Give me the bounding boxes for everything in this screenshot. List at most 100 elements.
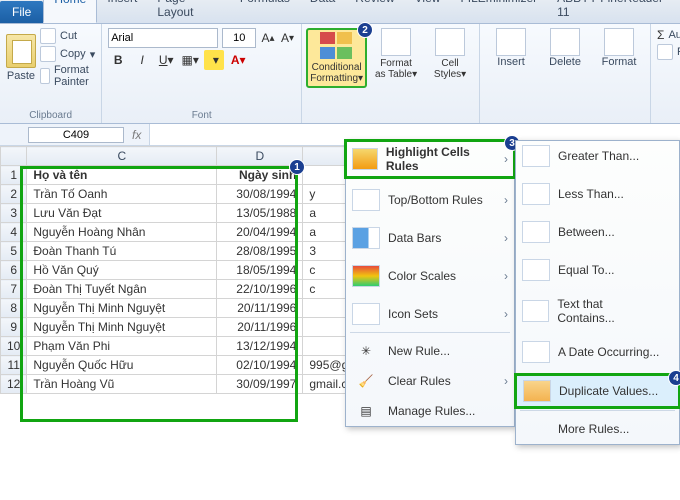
cell[interactable]: 13/12/1994 [217, 337, 303, 356]
tab-view[interactable]: View [405, 0, 451, 23]
tab-file[interactable]: File [0, 1, 43, 23]
data-bars-icon [352, 227, 380, 249]
font-color-button[interactable]: A▾ [228, 50, 248, 70]
cell[interactable]: 18/05/1994 [217, 261, 303, 280]
menu-item-icon-sets[interactable]: Icon Sets [346, 299, 514, 329]
row-header[interactable]: 8 [1, 299, 27, 318]
paste-button[interactable]: Paste [7, 70, 35, 82]
submenu-date-occurring[interactable]: A Date Occurring... [516, 337, 679, 367]
format-cells-button[interactable]: Format [594, 28, 644, 68]
cell[interactable]: Hồ Văn Quý [27, 261, 217, 280]
menu-item-highlight-cells-rules[interactable]: Highlight Cells Rules 3 [346, 141, 514, 177]
conditional-formatting-button[interactable]: ConditionalFormatting▾ 2 [306, 28, 367, 88]
cell[interactable]: 30/09/1997 [217, 375, 303, 394]
cell-styles-button[interactable]: CellStyles▾ [425, 28, 475, 80]
cell[interactable]: Đoàn Thanh Tú [27, 242, 217, 261]
cell[interactable]: 02/10/1994 [217, 356, 303, 375]
row-header[interactable]: 5 [1, 242, 27, 261]
submenu-between[interactable]: Between... [516, 217, 679, 247]
row-header[interactable]: 1 [1, 166, 27, 185]
table-row: 12Trần Hoàng Vũ30/09/1997gmail.co Có [1, 375, 403, 394]
row-header[interactable]: 4 [1, 223, 27, 242]
cell[interactable]: Phạm Văn Phi [27, 337, 217, 356]
cell[interactable]: 22/10/1996 [217, 280, 303, 299]
tab-review[interactable]: Review [345, 0, 404, 23]
tab-data[interactable]: Data [300, 0, 345, 23]
autosum-button[interactable]: Auto [668, 29, 680, 41]
grow-font-button[interactable]: A▴ [260, 28, 276, 48]
row-header[interactable]: 10 [1, 337, 27, 356]
cut-button[interactable]: Cut [60, 30, 77, 42]
format-painter-button[interactable]: Format Painter [54, 64, 95, 88]
row-header[interactable]: 2 [1, 185, 27, 204]
submenu-less-than[interactable]: Less Than... [516, 179, 679, 209]
cell[interactable]: Trần Tố Oanh [27, 185, 217, 204]
submenu-duplicate-values[interactable]: Duplicate Values... 4 [516, 375, 679, 407]
tab-home[interactable]: Home [43, 0, 97, 23]
row-header[interactable]: 11 [1, 356, 27, 375]
color-scales-icon [352, 265, 380, 287]
corner-cell[interactable] [1, 147, 27, 166]
fill-color-button[interactable]: ▾ [204, 50, 224, 70]
tab-insert[interactable]: Insert [97, 0, 147, 23]
bold-button[interactable]: B [108, 50, 128, 70]
name-box-input[interactable] [28, 127, 124, 143]
cell[interactable]: 20/11/1996 [217, 299, 303, 318]
cell[interactable]: Nguyễn Quốc Hữu [27, 356, 217, 375]
row-header[interactable]: 7 [1, 280, 27, 299]
col-header-C[interactable]: C [27, 147, 217, 166]
highlight-cells-icon [352, 148, 378, 170]
underline-button[interactable]: U▾ [156, 50, 176, 70]
cell[interactable]: 20/04/1994 [217, 223, 303, 242]
equal-to-icon [522, 259, 550, 281]
submenu-more-rules[interactable]: More Rules... [516, 414, 679, 444]
row-header[interactable]: 3 [1, 204, 27, 223]
tab-page-layout[interactable]: Page Layout [147, 0, 230, 23]
menu-item-manage-rules[interactable]: ▤Manage Rules... [346, 396, 514, 426]
border-button[interactable]: ▦▾ [180, 50, 200, 70]
cell[interactable]: Nguyễn Thị Minh Nguyệt [27, 318, 217, 337]
submenu-text-contains[interactable]: Text that Contains... [516, 293, 679, 329]
cell[interactable]: 13/05/1988 [217, 204, 303, 223]
table-row: 8Nguyễn Thị Minh Nguyệt20/11/1996 [1, 299, 403, 318]
table-row: 5Đoàn Thanh Tú28/08/19953 [1, 242, 403, 261]
table-row: 10Phạm Văn Phi13/12/1994 [1, 337, 403, 356]
copy-button[interactable]: Copy [60, 48, 86, 60]
menu-item-new-rule[interactable]: ✳New Rule... [346, 336, 514, 366]
cell[interactable]: Nguyễn Thị Minh Nguyệt [27, 299, 217, 318]
row-header[interactable]: 6 [1, 261, 27, 280]
row-header[interactable]: 12 [1, 375, 27, 394]
submenu-equal-to[interactable]: Equal To... [516, 255, 679, 285]
menu-item-color-scales[interactable]: Color Scales [346, 261, 514, 291]
cell[interactable]: Họ và tên [27, 166, 217, 185]
menu-item-top-bottom-rules[interactable]: Top/Bottom Rules [346, 185, 514, 215]
format-as-table-button[interactable]: Formatas Table▾ [371, 28, 421, 80]
menu-item-data-bars[interactable]: Data Bars [346, 223, 514, 253]
less-than-icon [522, 183, 550, 205]
group-label-font: Font [108, 108, 295, 121]
row-header[interactable]: 9 [1, 318, 27, 337]
menu-item-clear-rules[interactable]: 🧹Clear Rules [346, 366, 514, 396]
tab-fileminimizer[interactable]: FILEminimizer [450, 0, 547, 23]
submenu-greater-than[interactable]: Greater Than... [516, 141, 679, 171]
col-header-D[interactable]: D [217, 147, 303, 166]
insert-cells-button[interactable]: Insert [486, 28, 536, 68]
cell[interactable]: Lưu Văn Đạt [27, 204, 217, 223]
cell[interactable]: 20/11/1996 [217, 318, 303, 337]
italic-button[interactable]: I [132, 50, 152, 70]
delete-cells-button[interactable]: Delete [540, 28, 590, 68]
cell[interactable]: 30/08/1994 [217, 185, 303, 204]
tab-formulas[interactable]: Formulas [230, 0, 300, 23]
font-name-input[interactable] [108, 28, 218, 48]
fx-icon[interactable]: fx [132, 128, 141, 142]
cell[interactable]: Nguyễn Hoàng Nhân [27, 223, 217, 242]
tab-abbyy-finereader-11[interactable]: ABBYY FineReader 11 [547, 0, 680, 23]
paste-icon[interactable] [6, 34, 36, 68]
cell[interactable]: 28/08/1995 [217, 242, 303, 261]
spreadsheet-grid[interactable]: C D 1Họ và tênNgày sinh2Trần Tố Oanh30/0… [0, 146, 403, 394]
cell[interactable]: Đoàn Thị Tuyết Ngân [27, 280, 217, 299]
shrink-font-button[interactable]: A▾ [280, 28, 296, 48]
cell[interactable]: Trần Hoàng Vũ [27, 375, 217, 394]
font-size-input[interactable] [222, 28, 256, 48]
cell[interactable]: Ngày sinh [217, 166, 303, 185]
